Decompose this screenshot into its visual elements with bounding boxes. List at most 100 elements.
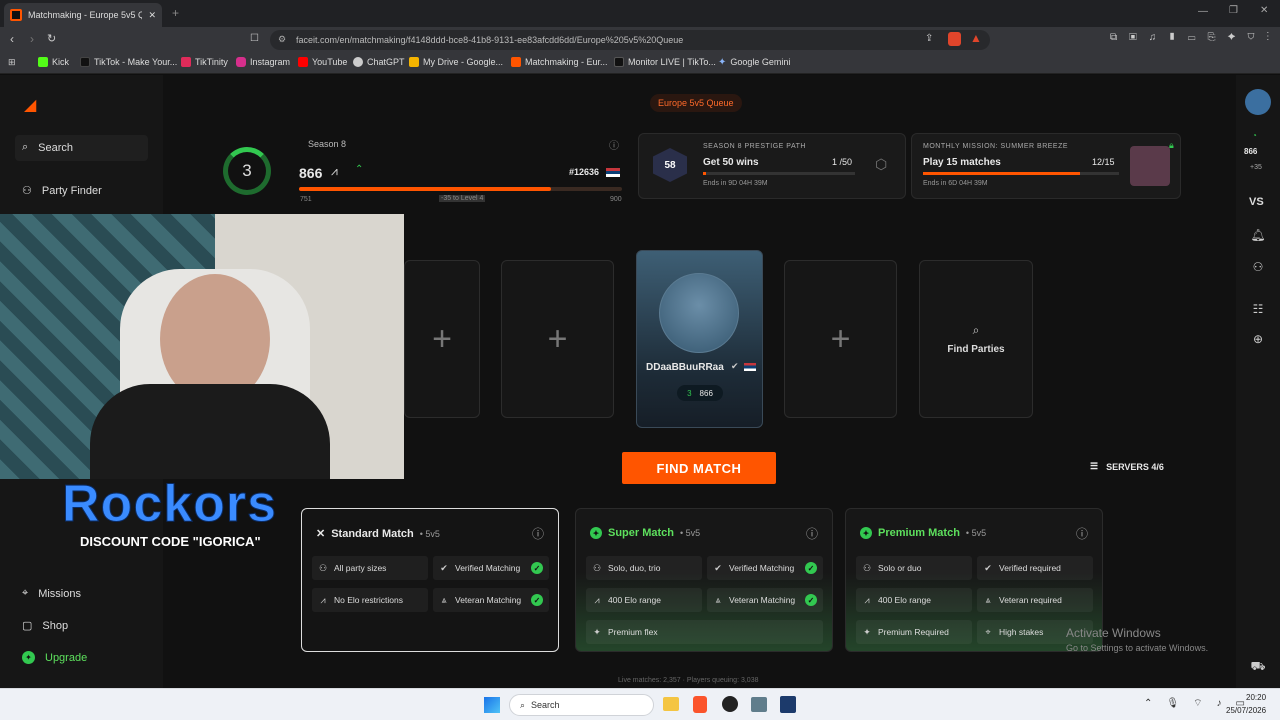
minimize-icon[interactable]: — (1198, 6, 1208, 17)
prestige-progress (703, 172, 855, 175)
info-icon[interactable]: ⓘ (609, 137, 619, 152)
profile-avatar[interactable] (1245, 89, 1271, 115)
premium-match-card[interactable]: ✦ Premium Match • 5v5 ⓘ ⚇ Solo or duo ✔ Veri… (845, 508, 1103, 652)
find-parties-slot[interactable]: ⌕ Find Parties (919, 260, 1033, 418)
serbia-flag-icon (744, 363, 756, 371)
taskbar-search[interactable]: ⌕ Search (509, 694, 654, 716)
party-finder-icon: ⚇ (22, 185, 32, 197)
forward-icon[interactable]: › (30, 32, 34, 46)
feature-veteran: ⩓ Veteran Matching ✓ (433, 588, 549, 612)
player-rank: #12636 (569, 167, 600, 177)
brave-shield-icon[interactable] (948, 32, 961, 46)
brave-browser-icon[interactable] (693, 696, 707, 713)
site-info-icon[interactable]: ⚙ (278, 34, 286, 45)
servers-button[interactable]: ☰ SERVERS 4/6 (1090, 461, 1164, 472)
shop-link[interactable]: ▢ Shop (22, 619, 69, 633)
party-finder-label: Party Finder (41, 184, 102, 197)
prestige-path-card[interactable]: 58 SEASON 8 PRESTIGE PATH Get 50 wins 1 … (638, 133, 906, 199)
search-icon: ⌕ (22, 141, 29, 153)
missions-label: Missions (38, 587, 81, 600)
share-icon[interactable]: ⇪ (925, 33, 933, 44)
faceit-logo-icon[interactable]: ◢ (24, 95, 36, 115)
party-finder-link[interactable]: ⚇ Party Finder (22, 184, 102, 198)
player-elo-badge: 3 866 (677, 385, 723, 401)
search-button[interactable]: ⌕ Search (22, 141, 73, 154)
bookmark-chatgpt[interactable]: ChatGPT (353, 57, 405, 67)
bookmark-tiktinity[interactable]: TikTinity (181, 57, 228, 67)
url-field[interactable]: ⚙ faceit.com/en/matchmaking/f4148ddd-bce… (270, 30, 990, 50)
app-icon[interactable] (751, 697, 767, 712)
chat-list-icon[interactable]: ☷ (1248, 299, 1268, 319)
elo-up-icon: ⌃ (355, 164, 364, 175)
footer-stats: Live matches: 2,357 · Players queuing: 3… (618, 677, 759, 684)
obs-icon[interactable] (722, 696, 738, 712)
support-icon[interactable]: ⛟ (1248, 657, 1268, 677)
activate-windows-title: Activate Windows (1066, 626, 1161, 640)
upgrade-icon: ✦ (22, 651, 35, 664)
maximize-icon[interactable]: ❐ (1229, 5, 1238, 16)
feature-party-sizes: ⚇ All party sizes (312, 556, 428, 580)
browser-tab[interactable]: Matchmaking - Europe 5v5 Que ✕ (4, 3, 162, 27)
vs-button[interactable]: VS (1249, 196, 1264, 208)
invite-slot-1[interactable]: + (404, 260, 480, 418)
file-explorer-icon[interactable] (663, 697, 679, 711)
elo-progress-track (299, 187, 622, 191)
bookmark-gemini[interactable]: ✦ Google Gemini (718, 57, 790, 68)
skill-level-ring: 3 (223, 147, 271, 195)
discount-code: DISCOUNT CODE "IGORICA" (80, 534, 261, 549)
missions-link[interactable]: ⌖ Missions (22, 587, 81, 600)
prestige-count: 1 /50 (832, 157, 853, 167)
apps-icon[interactable]: ⊞ (8, 57, 16, 68)
extension-icons[interactable]: ⧉▣♫▮▭⎘✦⛉⋮ (1110, 32, 1280, 43)
next-level-hint: -35 to Level 4 (439, 195, 486, 202)
bookmark-google-drive[interactable]: My Drive - Google... (409, 57, 503, 67)
player-party-card[interactable]: DDaaBBuuRRaa ✔ 3 866 (636, 250, 763, 428)
shop-label: Shop (42, 619, 69, 632)
player-level: 3 (687, 388, 692, 398)
info-icon[interactable]: ⓘ (532, 525, 544, 542)
bookmark-tiktok[interactable]: TikTok - Make Your... (80, 57, 177, 67)
missions-icon: ⌖ (22, 587, 29, 599)
new-tab-icon[interactable]: + (172, 6, 179, 20)
start-button-icon[interactable] (484, 697, 500, 713)
bookmark-faceit[interactable]: Matchmaking - Eur... (511, 57, 608, 67)
window-close-icon[interactable]: ✕ (1260, 5, 1268, 16)
invite-slot-2[interactable]: + (501, 260, 614, 418)
notifications-icon[interactable]: 🔔︎ (1248, 225, 1268, 245)
app-icon-2[interactable] (780, 696, 796, 713)
prestige-label: SEASON 8 PRESTIGE PATH (703, 143, 806, 150)
browser-tab-bar: Matchmaking - Europe 5v5 Que ✕ + — ❐ ✕ (0, 0, 1280, 27)
monthly-mission-card[interactable]: MONTHLY MISSION: SUMMER BREEZE Play 15 m… (911, 133, 1181, 199)
find-match-button[interactable]: FIND MATCH (622, 452, 776, 484)
season-label: Season 8 (308, 139, 347, 149)
friends-icon[interactable]: ⚇ (1248, 257, 1268, 277)
upgrade-label: Upgrade (45, 651, 88, 664)
bookmark-monitor-live[interactable]: Monitor LIVE | TikTo... (614, 57, 716, 67)
right-elo-gain: +35 (1250, 164, 1262, 171)
elo-trend-icon: ⩘ (331, 164, 338, 178)
queue-title-badge: Europe 5v5 Queue (650, 94, 742, 112)
add-icon[interactable]: ⊕ (1248, 329, 1268, 349)
right-sidebar: ◔ 866 +35 VS 🔔︎ ⚇ ☷ ⊕ ⛟ (1236, 75, 1280, 688)
standard-match-card[interactable]: ✕ Standard Match • 5v5 ⓘ ⚇ All party sizes … (301, 508, 559, 652)
invite-slot-3[interactable]: + (784, 260, 897, 418)
bookmark-kick[interactable]: Kick (38, 57, 69, 67)
upgrade-link[interactable]: ✦ Upgrade (22, 651, 87, 664)
feature-veteran: ⩓ Veteran required (977, 588, 1093, 612)
streamer-shirt (90, 384, 330, 479)
feature-premium-required: ✦ Premium Required (856, 620, 972, 644)
info-icon[interactable]: ⓘ (1076, 525, 1088, 542)
feature-verified: ✔ Verified Matching ✓ (433, 556, 549, 580)
feature-elo: ⩘ No Elo restrictions (312, 588, 428, 612)
check-icon: ✓ (531, 594, 543, 606)
close-tab-icon[interactable]: ✕ (148, 10, 156, 21)
reload-icon[interactable]: ↻ (47, 32, 56, 45)
brave-rewards-icon[interactable]: ▲ (970, 31, 982, 45)
back-icon[interactable]: ‹ (10, 32, 14, 46)
bookmark-youtube[interactable]: YouTube (298, 57, 347, 67)
super-match-card[interactable]: ✦ Super Match • 5v5 ⓘ ⚇ Solo, duo, trio ✔ Ve… (575, 508, 833, 652)
faceit-favicon (10, 9, 22, 21)
info-icon[interactable]: ⓘ (806, 525, 818, 542)
bookmark-instagram[interactable]: Instagram (236, 57, 290, 67)
bookmark-icon[interactable]: ☐ (250, 33, 259, 44)
